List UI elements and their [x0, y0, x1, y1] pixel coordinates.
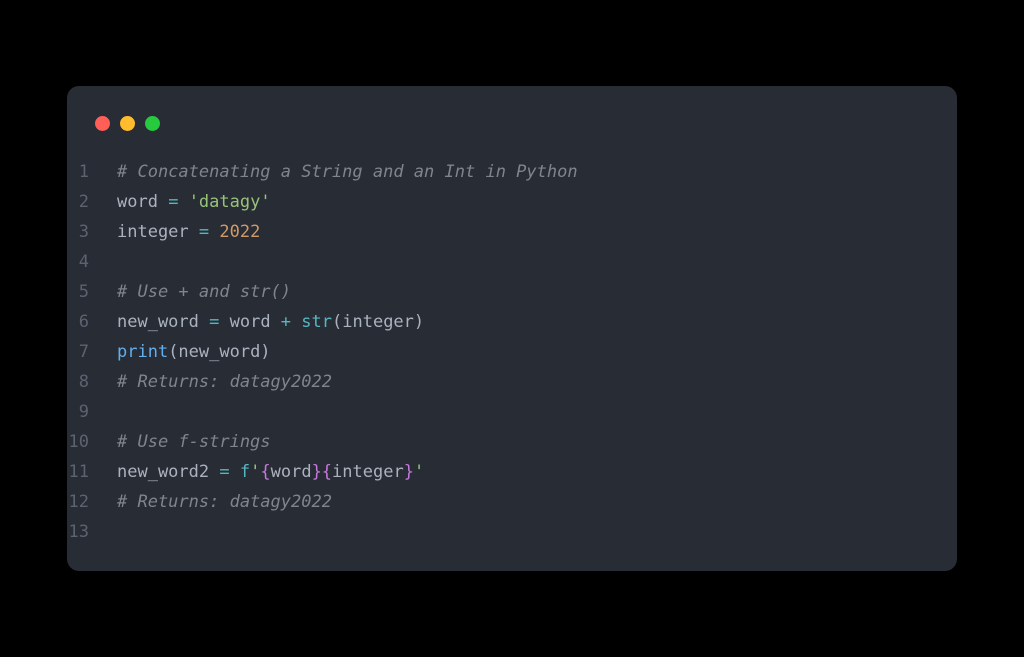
- line-content[interactable]: [117, 247, 127, 277]
- code-token: f: [240, 462, 250, 482]
- code-token: {: [260, 462, 270, 482]
- code-line[interactable]: 2word = 'datagy': [67, 187, 937, 217]
- code-token: }{: [312, 462, 332, 482]
- code-token: [230, 462, 240, 482]
- code-line[interactable]: 3integer = 2022: [67, 217, 937, 247]
- code-token: word: [117, 192, 168, 212]
- code-token: # Use f-strings: [117, 432, 271, 452]
- line-content[interactable]: word = 'datagy': [117, 187, 271, 217]
- code-token: (new_word): [168, 342, 270, 362]
- line-number: 13: [67, 517, 117, 547]
- code-line[interactable]: 6new_word = word + str(integer): [67, 307, 937, 337]
- line-content[interactable]: # Returns: datagy2022: [117, 367, 332, 397]
- code-token: =: [219, 462, 229, 482]
- code-token: # Returns: datagy2022: [117, 492, 332, 512]
- maximize-icon[interactable]: [145, 116, 160, 131]
- code-line[interactable]: 7print(new_word): [67, 337, 937, 367]
- code-token: new_word2: [117, 462, 219, 482]
- code-line[interactable]: 11new_word2 = f'{word}{integer}': [67, 457, 937, 487]
- code-token: [291, 312, 301, 332]
- code-editor-window: 1# Concatenating a String and an Int in …: [67, 86, 957, 571]
- code-line[interactable]: 9: [67, 397, 937, 427]
- code-token: # Use + and str(): [117, 282, 291, 302]
- code-token: new_word: [117, 312, 209, 332]
- code-token: [209, 222, 219, 242]
- code-line[interactable]: 1# Concatenating a String and an Int in …: [67, 157, 937, 187]
- code-token: +: [281, 312, 291, 332]
- line-number: 6: [67, 307, 117, 337]
- code-area[interactable]: 1# Concatenating a String and an Int in …: [67, 157, 957, 547]
- code-line[interactable]: 4: [67, 247, 937, 277]
- code-token: str: [301, 312, 332, 332]
- line-content[interactable]: # Returns: datagy2022: [117, 487, 332, 517]
- code-token: ': [414, 462, 424, 482]
- line-number: 4: [67, 247, 117, 277]
- line-number: 10: [67, 427, 117, 457]
- code-token: =: [209, 312, 219, 332]
- code-line[interactable]: 10# Use f-strings: [67, 427, 937, 457]
- code-token: =: [168, 192, 178, 212]
- code-line[interactable]: 8# Returns: datagy2022: [67, 367, 937, 397]
- line-content[interactable]: new_word2 = f'{word}{integer}': [117, 457, 424, 487]
- line-number: 7: [67, 337, 117, 367]
- window-controls: [67, 110, 957, 157]
- code-token: (integer): [332, 312, 424, 332]
- code-token: }: [404, 462, 414, 482]
- code-token: # Concatenating a String and an Int in P…: [117, 162, 578, 182]
- line-content[interactable]: print(new_word): [117, 337, 271, 367]
- line-number: 12: [67, 487, 117, 517]
- line-content[interactable]: [117, 397, 127, 427]
- line-number: 3: [67, 217, 117, 247]
- code-token: 2022: [219, 222, 260, 242]
- line-content[interactable]: [117, 517, 127, 547]
- code-token: integer: [117, 222, 199, 242]
- line-number: 11: [67, 457, 117, 487]
- line-content[interactable]: # Use + and str(): [117, 277, 291, 307]
- line-content[interactable]: # Concatenating a String and an Int in P…: [117, 157, 578, 187]
- code-line[interactable]: 13: [67, 517, 937, 547]
- code-token: # Returns: datagy2022: [117, 372, 332, 392]
- line-content[interactable]: new_word = word + str(integer): [117, 307, 424, 337]
- code-token: word: [219, 312, 280, 332]
- line-content[interactable]: # Use f-strings: [117, 427, 271, 457]
- line-number: 5: [67, 277, 117, 307]
- minimize-icon[interactable]: [120, 116, 135, 131]
- line-content[interactable]: integer = 2022: [117, 217, 260, 247]
- code-token: =: [199, 222, 209, 242]
- code-token: [178, 192, 188, 212]
- code-line[interactable]: 12# Returns: datagy2022: [67, 487, 937, 517]
- line-number: 8: [67, 367, 117, 397]
- code-line[interactable]: 5# Use + and str(): [67, 277, 937, 307]
- code-token: ': [250, 462, 260, 482]
- code-token: word: [271, 462, 312, 482]
- line-number: 9: [67, 397, 117, 427]
- line-number: 1: [67, 157, 117, 187]
- close-icon[interactable]: [95, 116, 110, 131]
- line-number: 2: [67, 187, 117, 217]
- code-token: print: [117, 342, 168, 362]
- code-token: 'datagy': [189, 192, 271, 212]
- code-token: integer: [332, 462, 404, 482]
